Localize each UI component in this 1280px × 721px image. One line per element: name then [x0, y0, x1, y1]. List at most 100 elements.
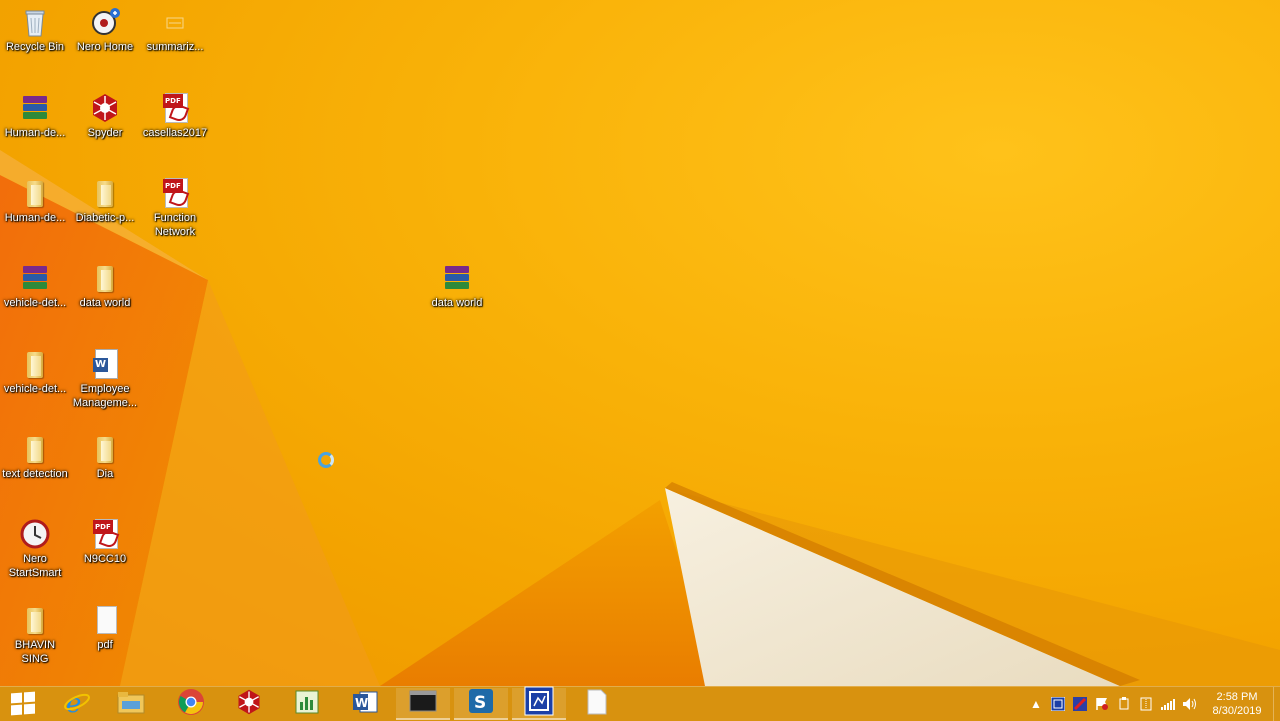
flag-tray-icon[interactable] — [1071, 695, 1089, 713]
icon-label: N9CC10 — [83, 553, 127, 565]
icon-label: casellas2017 — [142, 127, 208, 139]
recycle-bin-icon — [19, 6, 51, 38]
network-signal-icon[interactable] — [1159, 695, 1177, 713]
desktop: Recycle Bin Human-de... Human-de... vehi… — [0, 0, 1280, 686]
folder-icon — [89, 177, 121, 209]
desktop-icon-summariz[interactable]: summariz... — [140, 6, 210, 54]
recorder-tray-icon[interactable] — [1049, 695, 1067, 713]
show-hidden-icons-chevron-icon[interactable]: ▲ — [1027, 695, 1045, 713]
folder-icon — [89, 262, 121, 294]
svg-text:W: W — [355, 696, 368, 710]
blank-file-icon — [586, 689, 608, 720]
internet-explorer-icon: e — [63, 688, 91, 721]
terminal-icon — [409, 689, 437, 718]
desktop-icon-employee-management[interactable]: Employee Manageme... — [70, 348, 140, 410]
icon-label: data world — [79, 297, 131, 309]
desktop-icon-dia[interactable]: Dia — [70, 433, 140, 481]
taskbar-word[interactable]: W — [338, 688, 392, 720]
document-icon — [159, 6, 191, 38]
word-icon: W — [351, 688, 379, 721]
icon-label: Dia — [96, 468, 114, 480]
taskbar-notepad[interactable] — [570, 688, 624, 720]
nero-startsmart-icon — [19, 518, 51, 550]
spyder-icon — [89, 92, 121, 124]
icon-label: Human-de... — [4, 127, 66, 139]
chrome-icon — [177, 688, 205, 721]
taskbar-snagit[interactable]: S — [454, 688, 508, 720]
chart-icon — [293, 688, 321, 721]
clock-time: 2:58 PM — [1216, 691, 1258, 703]
recorder-icon — [524, 686, 554, 721]
nero-home-icon — [89, 6, 121, 38]
desktop-icon-human-de-folder[interactable]: Human-de... — [0, 177, 70, 225]
archive-tray-icon[interactable] — [1137, 695, 1155, 713]
pdf-icon — [159, 92, 191, 124]
icon-label: Function Network — [153, 212, 197, 238]
desktop-icon-human-de-archive[interactable]: Human-de... — [0, 92, 70, 140]
winrar-archive-icon — [19, 92, 51, 124]
taskbar-spyder[interactable] — [222, 688, 276, 720]
folder-icon — [19, 433, 51, 465]
icon-label: Nero StartSmart — [8, 553, 62, 579]
usb-device-icon[interactable] — [1115, 695, 1133, 713]
clock[interactable]: 2:58 PM 8/30/2019 — [1205, 690, 1269, 718]
desktop-icon-vehicle-det-folder[interactable]: vehicle-det... — [0, 348, 70, 396]
blank-file-icon — [89, 604, 121, 636]
folder-icon — [19, 348, 51, 380]
folder-icon — [19, 177, 51, 209]
desktop-icon-function-network[interactable]: Function Network — [140, 177, 210, 239]
start-button[interactable] — [0, 688, 46, 720]
desktop-icon-n9cc10[interactable]: N9CC10 — [70, 518, 140, 566]
show-desktop-button[interactable] — [1273, 687, 1280, 721]
icon-label: Employee Manageme... — [72, 383, 138, 409]
icon-label: Diabetic-p... — [75, 212, 135, 224]
icon-label: summariz... — [146, 41, 204, 53]
busy-cursor-icon — [318, 452, 334, 468]
icon-label: Spyder — [87, 127, 123, 139]
icon-label: pdf — [97, 639, 113, 651]
system-tray: ▲ 2:58 PM 8/30/2019 — [1025, 687, 1280, 721]
winrar-archive-icon — [441, 262, 473, 294]
desktop-icon-pdf[interactable]: pdf — [70, 604, 140, 652]
taskbar-screen-recorder[interactable] — [512, 686, 566, 721]
action-center-icon[interactable] — [1093, 695, 1111, 713]
desktop-icon-recycle-bin[interactable]: Recycle Bin — [0, 6, 70, 54]
desktop-icon-diabetic-p[interactable]: Diabetic-p... — [70, 177, 140, 225]
taskbar-internet-explorer[interactable]: e — [50, 688, 104, 720]
winrar-archive-icon — [19, 262, 51, 294]
desktop-icon-nero-home[interactable]: Nero Home — [70, 6, 140, 54]
folder-icon — [116, 689, 146, 720]
folder-icon — [19, 604, 51, 636]
word-document-icon — [89, 348, 121, 380]
pdf-icon — [159, 177, 191, 209]
clock-date: 8/30/2019 — [1212, 705, 1262, 717]
icon-label: BHAVIN SING — [14, 639, 56, 665]
desktop-icon-vehicle-det-archive[interactable]: vehicle-det... — [0, 262, 70, 310]
desktop-icon-text-detection[interactable]: text detection — [0, 433, 70, 481]
volume-icon[interactable] — [1181, 695, 1199, 713]
pdf-icon — [89, 518, 121, 550]
spyder-icon — [235, 688, 263, 721]
desktop-icon-bhavin-sing[interactable]: BHAVIN SING — [0, 604, 70, 666]
taskbar-command-prompt[interactable] — [396, 688, 450, 720]
icon-label: Human-de... — [4, 212, 66, 224]
taskbar: e W S ▲ 2:58 PM 8/30/2019 — [0, 686, 1280, 721]
taskbar-chrome[interactable] — [164, 688, 218, 720]
taskbar-file-explorer[interactable] — [104, 688, 158, 720]
desktop-icon-spyder[interactable]: Spyder — [70, 92, 140, 140]
desktop-icon-data-world-folder[interactable]: data world — [70, 262, 140, 310]
icon-label: text detection — [2, 468, 68, 480]
desktop-icon-nero-startsmart[interactable]: Nero StartSmart — [0, 518, 70, 580]
icon-label: Nero Home — [76, 41, 134, 53]
icon-label: Recycle Bin — [5, 41, 65, 53]
desktop-icon-data-world-archive[interactable]: data world — [422, 262, 492, 310]
windows-logo-icon — [11, 691, 35, 716]
taskbar-chart-app[interactable] — [280, 688, 334, 720]
icon-label: vehicle-det... — [3, 297, 67, 309]
svg-text:S: S — [474, 693, 486, 713]
icon-label: data world — [431, 297, 483, 309]
icon-label: vehicle-det... — [3, 383, 67, 395]
desktop-icon-casellas2017[interactable]: casellas2017 — [140, 92, 210, 140]
snagit-icon: S — [467, 687, 495, 720]
folder-icon — [89, 433, 121, 465]
